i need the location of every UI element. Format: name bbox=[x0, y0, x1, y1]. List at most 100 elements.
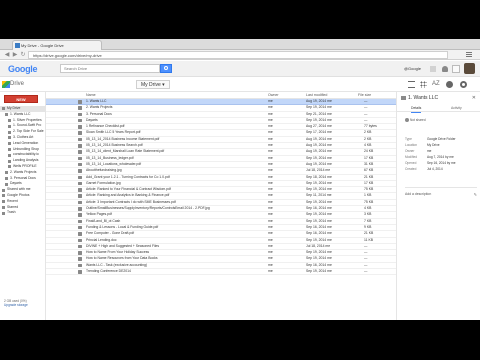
drive-app-name: Drive bbox=[10, 81, 25, 87]
upgrade-storage-link[interactable]: Upgrade storage bbox=[4, 303, 28, 307]
table-row[interactable]: Trending Conference DE2014 me Sep 19, 2014… bbox=[46, 269, 396, 276]
list-view-icon[interactable] bbox=[408, 81, 415, 88]
sidebar-item-label: Wells PROFILE bbox=[13, 163, 37, 168]
file-type-icon bbox=[78, 257, 82, 261]
file-name: 1. Wants LLC bbox=[86, 99, 107, 103]
file-owner: me bbox=[268, 105, 273, 110]
details-info-icon[interactable] bbox=[446, 81, 453, 88]
reload-icon[interactable]: ↻ bbox=[20, 52, 26, 58]
folder-icon bbox=[401, 95, 406, 100]
file-size: — bbox=[364, 250, 368, 255]
file-type-icon bbox=[78, 207, 82, 211]
file-modified: Aug 19, 2014 me bbox=[306, 136, 332, 141]
breadcrumb[interactable]: My Drive ▾ bbox=[136, 80, 170, 89]
apps-grid-icon[interactable] bbox=[430, 66, 436, 72]
google-logo[interactable]: Google bbox=[8, 64, 38, 74]
search-icon bbox=[164, 66, 168, 70]
username[interactable]: @Google bbox=[404, 66, 421, 71]
new-button[interactable]: NEW bbox=[4, 95, 38, 103]
edit-pencil-icon[interactable]: ✎ bbox=[474, 192, 477, 197]
sidebar-item-label: Landing Analysis bbox=[13, 158, 39, 163]
file-modified: Sep 19, 2014 me bbox=[306, 199, 332, 204]
file-name: Funding & Lessons - Local & Funding Guid… bbox=[86, 224, 159, 229]
file-name: Article: Ranking and Analytics in Bankin… bbox=[86, 193, 170, 198]
file-modified: Sep 19, 2014 me bbox=[306, 269, 332, 274]
close-icon[interactable]: ✕ bbox=[472, 95, 476, 101]
file-owner: me bbox=[268, 155, 273, 160]
file-owner: me bbox=[268, 250, 273, 255]
file-name: How to Name Resources from Your Data Boo… bbox=[86, 256, 158, 261]
file-type-icon bbox=[78, 100, 82, 104]
file-modified: Sep 16, 2014 me bbox=[306, 231, 332, 236]
folder-icon bbox=[5, 171, 8, 175]
file-modified: Sep 19, 2014 me bbox=[306, 117, 332, 122]
file-modified: Sep 19, 2014 me bbox=[306, 237, 332, 242]
file-size: 31 KB bbox=[364, 161, 374, 166]
drive-header: Drive My Drive ▾ AZ bbox=[0, 78, 480, 92]
share-plus-button[interactable] bbox=[452, 65, 460, 73]
file-modified: Sep 11, 2014 me bbox=[306, 193, 332, 198]
browser-menu-icon[interactable] bbox=[466, 52, 472, 58]
file-name: 05_13_14_2014 Business Search.pdf bbox=[86, 143, 143, 148]
file-list-header: Name Owner Last modified File size bbox=[46, 92, 396, 99]
file-type-icon bbox=[78, 150, 82, 154]
sidebar-item-label: Dayarts bbox=[10, 181, 22, 186]
property-row: Created Jul 4, 2014 bbox=[405, 166, 477, 172]
avatar[interactable] bbox=[464, 63, 475, 74]
sidebar: NEW My Drive 1. Wants LLC 1. Silver Proper… bbox=[0, 92, 46, 320]
details-properties: Type Google Drive Folder Location My Drive O… bbox=[405, 136, 477, 172]
file-type-icon bbox=[78, 219, 82, 224]
file-size: 1 KB bbox=[364, 193, 372, 198]
column-owner[interactable]: Owner bbox=[268, 92, 279, 99]
file-modified: Aug 19, 2014 me bbox=[306, 143, 332, 148]
description-area[interactable]: Add a description ✎ bbox=[405, 187, 477, 197]
notifications-icon[interactable] bbox=[442, 66, 448, 72]
forward-icon[interactable]: ▶ bbox=[12, 52, 18, 58]
file-owner: me bbox=[268, 130, 273, 135]
folder-icon bbox=[2, 188, 5, 192]
file-type-icon bbox=[78, 225, 82, 230]
file-type-icon bbox=[78, 200, 82, 205]
drive-logo-icon bbox=[2, 81, 10, 88]
file-type-icon bbox=[78, 156, 82, 161]
sidebar-item[interactable]: Trash bbox=[0, 210, 46, 216]
file-owner: me bbox=[268, 224, 273, 229]
sidebar-item-label: Trash bbox=[7, 210, 16, 215]
tab-activity[interactable]: Activity bbox=[451, 105, 462, 112]
tab-details[interactable]: Details bbox=[411, 105, 422, 113]
file-name: 1 Refinance Checklist.pdf bbox=[86, 124, 125, 129]
back-icon[interactable]: ◀ bbox=[4, 52, 10, 58]
file-modified: Sep 19, 2014 me bbox=[306, 180, 332, 185]
column-size[interactable]: File size bbox=[358, 92, 371, 99]
file-owner: me bbox=[268, 237, 273, 242]
sort-icon[interactable]: AZ bbox=[432, 81, 440, 88]
sidebar-item-label: 2. Wants Projects bbox=[10, 169, 37, 174]
url-field[interactable]: https://drive.google.com/drive/my-drive bbox=[28, 51, 448, 59]
file-name: Dayarts bbox=[86, 117, 98, 122]
file-modified: Sep 19, 2014 me bbox=[306, 250, 332, 255]
file-size: — bbox=[364, 243, 368, 248]
grid-view-icon[interactable] bbox=[420, 81, 427, 88]
file-type-icon bbox=[78, 232, 82, 236]
file-modified: Sep 16, 2014 me bbox=[306, 224, 332, 229]
file-name: Trending Conference DE2014 bbox=[86, 269, 131, 274]
file-type-icon bbox=[78, 181, 82, 186]
file-size: 2 KB bbox=[364, 136, 372, 141]
sidebar-item-label: Unbundling Shop bbox=[13, 146, 40, 151]
search-button[interactable] bbox=[160, 64, 172, 73]
browser-tab[interactable]: My Drive - Google Drive bbox=[12, 40, 102, 50]
file-modified: Aug 19, 2014 me bbox=[306, 99, 332, 103]
sharing-text: Not shared bbox=[410, 118, 426, 122]
file-owner: me bbox=[268, 212, 273, 217]
search-input[interactable]: Search Drive bbox=[60, 64, 160, 73]
column-modified[interactable]: Last modified bbox=[306, 92, 327, 99]
column-name[interactable]: Name bbox=[86, 92, 96, 99]
file-type-icon bbox=[78, 175, 82, 180]
details-tabs: Details Activity bbox=[397, 105, 480, 113]
file-type-icon bbox=[78, 118, 82, 123]
file-modified: Sep 19, 2014 me bbox=[306, 187, 332, 192]
file-owner: me bbox=[268, 161, 273, 166]
settings-gear-icon[interactable] bbox=[460, 81, 467, 88]
file-type-icon bbox=[78, 144, 82, 148]
file-size: 4 KB bbox=[364, 143, 372, 148]
